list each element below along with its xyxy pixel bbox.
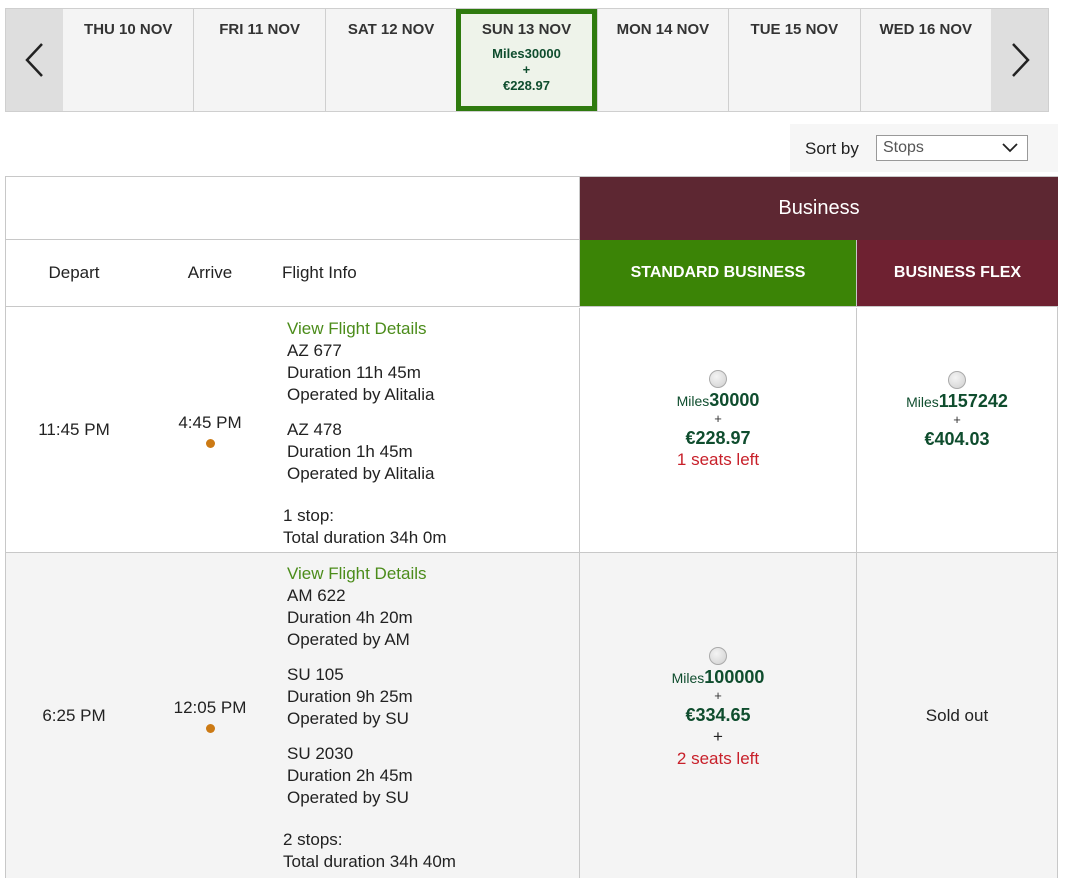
view-flight-details-link[interactable]: View Flight Details — [287, 318, 579, 340]
date-label: SUN 13 NOV — [481, 21, 572, 38]
chevron-left-icon — [24, 43, 43, 77]
date-tab-thu-10-nov[interactable]: THU 10 NOV — [63, 9, 194, 111]
flight-info: View Flight Details AM 622 Duration 4h 2… — [278, 553, 580, 878]
next-day-dot-icon — [205, 438, 215, 448]
seats-left: 2 seats left — [676, 748, 760, 768]
sort-select[interactable]: Stops — [876, 135, 1028, 161]
date-label: THU 10 NOV — [84, 21, 173, 38]
miles-label: Miles — [906, 393, 939, 410]
sold-out-label: Sold out — [925, 705, 989, 725]
seats-left: 1 seats left — [676, 449, 760, 469]
fare-price: €334.65 — [685, 704, 751, 725]
segment-operator: Operated by Alitalia — [287, 385, 435, 404]
flight-row: 11:45 PM 4:45 PM View Flight Details AZ … — [6, 308, 1057, 553]
total-duration: Total duration 34h 40m — [283, 852, 456, 871]
plus-sign: + — [713, 726, 723, 746]
segment-flight: AM 622 — [287, 586, 346, 605]
segment-operator: Operated by SU — [287, 709, 409, 728]
sort-selected-value: Stops — [883, 139, 924, 156]
fare-radio[interactable] — [709, 646, 727, 665]
date-tab-tue-15-nov[interactable]: TUE 15 NOV — [728, 9, 860, 111]
date-tab-wed-16-nov[interactable]: WED 16 NOV — [859, 9, 991, 111]
column-header-depart: Depart — [6, 240, 142, 307]
date-label: TUE 15 NOV — [750, 21, 839, 38]
segment-duration: Duration 11h 45m — [287, 363, 421, 382]
column-header-standard-business: STANDARD BUSINESS — [580, 240, 857, 307]
business-flex-fare: Sold out — [857, 553, 1057, 878]
segment-operator: Operated by AM — [287, 630, 410, 649]
chevron-down-icon — [1002, 143, 1018, 153]
segment-duration: Duration 2h 45m — [287, 766, 413, 785]
chevron-right-icon — [1011, 43, 1030, 77]
arrive-time: 12:05 PM — [173, 698, 247, 717]
date-label: FRI 11 NOV — [219, 21, 301, 38]
miles-label: Miles — [676, 392, 710, 409]
prev-dates-button[interactable] — [6, 9, 63, 111]
date-tab-mon-14-nov[interactable]: MON 14 NOV — [596, 9, 729, 111]
date-selector: THU 10 NOV FRI 11 NOV SAT 12 NOV SUN 13 … — [5, 8, 1049, 112]
flight-row: 6:25 PM 12:05 PM View Flight Details AM … — [6, 553, 1057, 878]
next-dates-button[interactable] — [991, 9, 1048, 111]
standard-business-fare: Miles30000 + €228.97 1 seats left — [580, 308, 857, 552]
segment-flight: AZ 677 — [287, 341, 342, 360]
flight-results-table: Business Depart Arrive Flight Info STAND… — [5, 176, 1058, 878]
segment-operator: Operated by SU — [287, 788, 409, 807]
date-label: WED 16 NOV — [879, 21, 972, 38]
arrive-cell: 12:05 PM — [142, 553, 278, 878]
plus-sign: + — [714, 410, 722, 426]
stops-count: 1 stop: — [283, 506, 335, 525]
date-tab-sun-13-nov[interactable]: SUN 13 NOV Miles30000 + €228.97 — [456, 9, 597, 111]
fare-price: €228.97 — [685, 427, 751, 448]
arrive-cell: 4:45 PM — [142, 308, 278, 552]
arrive-time: 4:45 PM — [178, 412, 242, 432]
next-day-dot-icon — [205, 724, 215, 733]
fare-radio[interactable] — [709, 369, 727, 388]
total-duration: Total duration 34h 0m — [283, 528, 447, 547]
segment-operator: Operated by Alitalia — [287, 464, 435, 483]
date-label: MON 14 NOV — [616, 21, 710, 38]
sort-control: Sort by Stops — [790, 124, 1058, 172]
date-miles: Miles30000 — [492, 46, 561, 61]
segment-flight: SU 105 — [287, 665, 344, 684]
miles-label: Miles — [671, 669, 705, 686]
business-flex-fare: Miles1157242 + €404.03 — [857, 308, 1057, 552]
cabin-header: Business — [580, 177, 1058, 240]
segment-duration: Duration 9h 25m — [287, 687, 413, 706]
plus-sign: + — [953, 411, 961, 427]
segment-flight: AZ 478 — [287, 420, 342, 439]
sort-label: Sort by — [805, 139, 859, 158]
miles-value: 30000 — [709, 389, 760, 410]
fare-radio[interactable] — [948, 370, 966, 389]
date-tab-sat-12-nov[interactable]: SAT 12 NOV — [324, 9, 457, 111]
stops-count: 2 stops: — [283, 830, 343, 849]
date-tab-fri-11-nov[interactable]: FRI 11 NOV — [193, 9, 325, 111]
column-header-flight-info: Flight Info — [278, 240, 580, 307]
column-header-arrive: Arrive — [142, 240, 278, 307]
plus-sign: + — [714, 687, 722, 703]
date-plus: + — [522, 62, 531, 77]
segment-duration: Duration 4h 20m — [287, 608, 413, 627]
segment-duration: Duration 1h 45m — [287, 442, 413, 461]
flight-info: View Flight Details AZ 677 Duration 11h … — [278, 308, 580, 552]
column-header-business-flex: BUSINESS FLEX — [857, 240, 1058, 307]
view-flight-details-link[interactable]: View Flight Details — [287, 563, 579, 585]
header-blank — [6, 177, 580, 240]
depart-time: 11:45 PM — [38, 420, 110, 439]
miles-value: 100000 — [704, 666, 765, 687]
date-price: €228.97 — [502, 78, 550, 93]
miles-value: 1157242 — [938, 390, 1008, 411]
standard-business-fare: Miles100000 + €334.65 + 2 seats left — [580, 553, 857, 878]
fare-price: €404.03 — [924, 428, 990, 449]
segment-flight: SU 2030 — [287, 744, 354, 763]
depart-time: 6:25 PM — [42, 705, 106, 725]
date-label: SAT 12 NOV — [347, 21, 435, 38]
